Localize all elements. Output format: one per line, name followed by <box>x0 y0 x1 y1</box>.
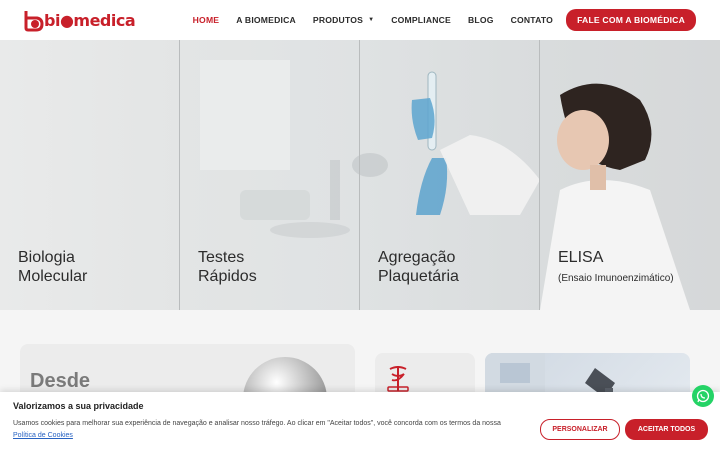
cookie-consent-bar: Valorizamos a sua privacidade Usamos coo… <box>0 392 720 450</box>
logo-mark-icon <box>22 8 46 32</box>
nav-produtos[interactable]: PRODUTOS ▼ <box>313 15 374 25</box>
nav-blog[interactable]: BLOG <box>468 15 494 25</box>
intro-card-title: Desde <box>30 370 91 392</box>
panel-title: ELISA <box>558 249 604 266</box>
contact-cta-button[interactable]: FALE COM A BIOMÉDICA <box>566 9 696 31</box>
nav-contato[interactable]: CONTATO <box>511 15 553 25</box>
panel-elisa[interactable]: ELISA (Ensaio Imunoenzimático) <box>540 40 720 310</box>
accept-all-cookies-button[interactable]: ACEITAR TODOS <box>625 419 708 440</box>
nav-a-biomedica[interactable]: A BIOMEDICA <box>236 15 296 25</box>
panel-title: Testes Rápidos <box>198 249 257 285</box>
panel-biologia-molecular[interactable]: Biologia Molecular <box>0 40 180 310</box>
cookie-text-body: Usamos cookies para melhorar sua experiê… <box>13 420 501 427</box>
cookie-policy-link[interactable]: Política de Cookies <box>13 432 73 439</box>
panel-subtitle: (Ensaio Imunoenzimático) <box>558 273 674 284</box>
cookie-text: Usamos cookies para melhorar sua experiê… <box>13 418 513 442</box>
logo[interactable]: bi●medica <box>22 7 136 33</box>
cookie-title: Valorizamos a sua privacidade <box>13 401 144 411</box>
logo-text: bi●medica <box>44 10 136 30</box>
chevron-down-icon: ▼ <box>368 17 375 23</box>
nav-compliance[interactable]: COMPLIANCE <box>391 15 451 25</box>
hero-banner: Biologia Molecular Testes Rápidos Agrega… <box>0 40 720 310</box>
customize-cookies-button[interactable]: PERSONALIZAR <box>540 419 620 440</box>
panel-title: Agregação Plaquetária <box>378 249 459 285</box>
site-header: bi●medica HOME A BIOMEDICA PRODUTOS ▼ CO… <box>0 0 720 40</box>
panel-agregacao-plaquetaria[interactable]: Agregação Plaquetária <box>360 40 540 310</box>
caduceus-icon <box>387 366 409 392</box>
main-nav: HOME A BIOMEDICA PRODUTOS ▼ COMPLIANCE B… <box>176 0 696 40</box>
whatsapp-icon[interactable] <box>692 385 714 407</box>
nav-produtos-label: PRODUTOS <box>312 15 364 25</box>
panel-title: Biologia Molecular <box>18 249 88 285</box>
nav-home[interactable]: HOME <box>193 15 220 25</box>
panel-testes-rapidos[interactable]: Testes Rápidos <box>180 40 360 310</box>
